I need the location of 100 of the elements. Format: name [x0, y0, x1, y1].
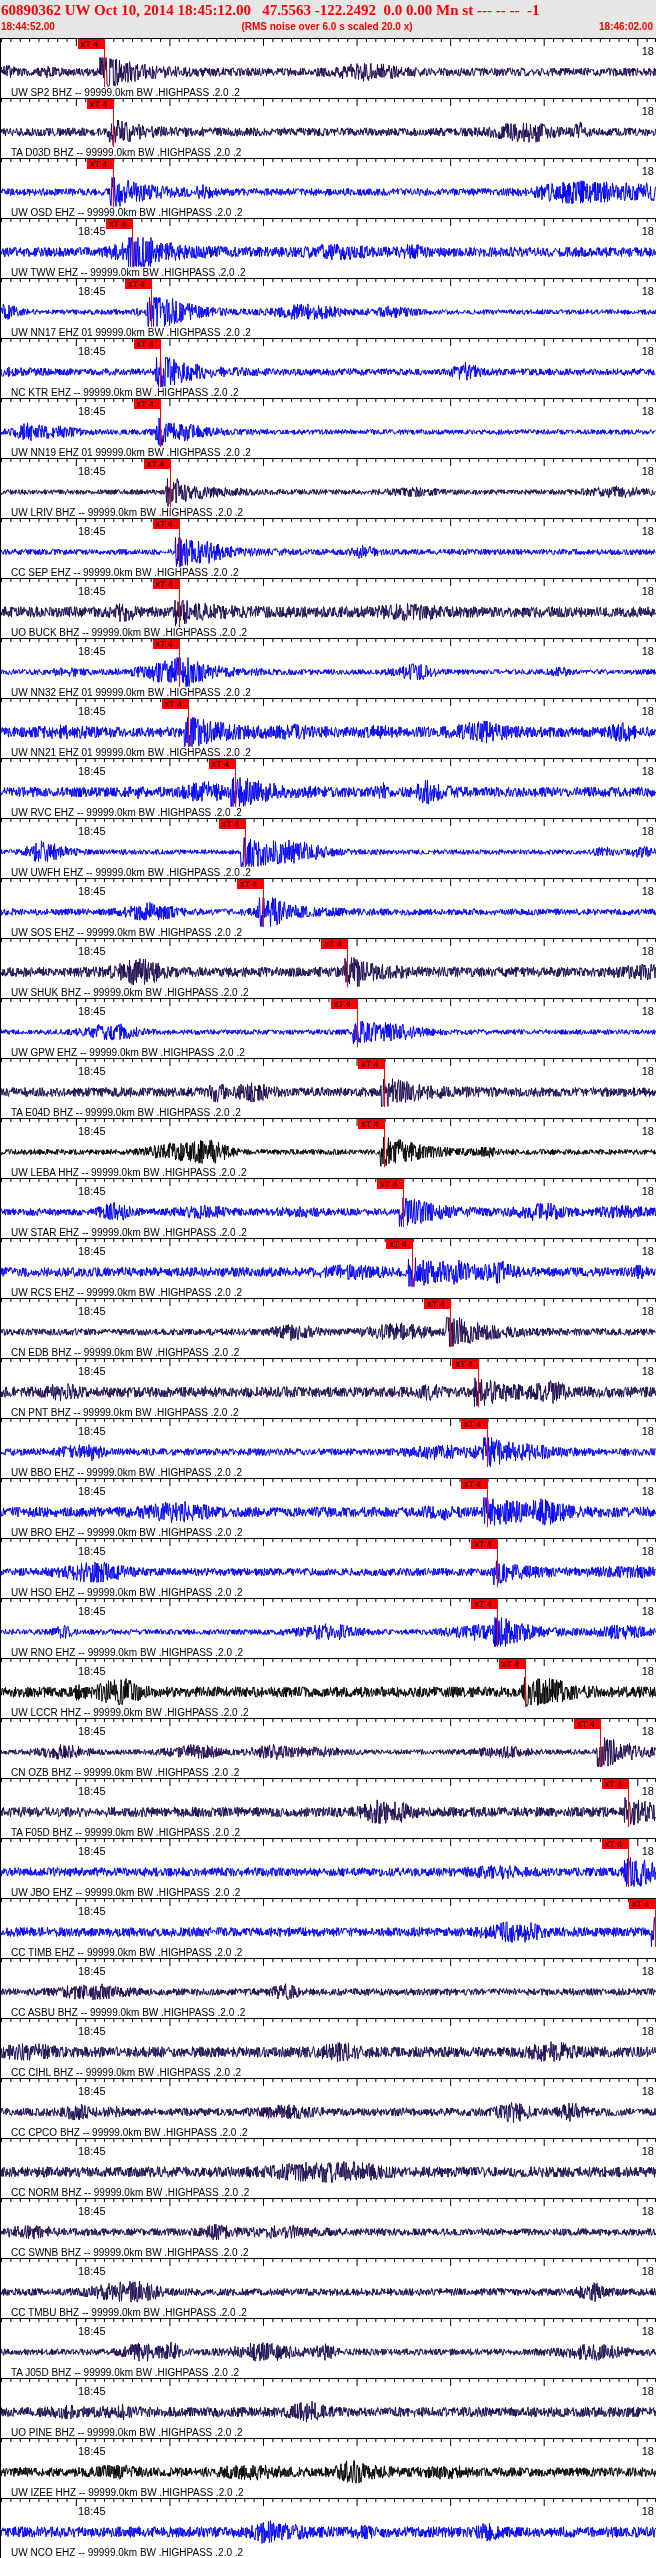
time-label: 18	[641, 886, 654, 897]
pick-marker: xT 4	[471, 1539, 499, 1549]
pick-marker: xT 4	[321, 939, 349, 949]
pick-marker: xT 4	[237, 879, 264, 889]
trace-label: CC CIHL BHZ -- 99999.0km BW .HIGHPASS .2.0 .2	[11, 2068, 242, 2078]
trace-label: TA F05D BHZ -- 99999.0km BW .HIGHPASS .2.0 .2	[11, 1828, 241, 1838]
trace-label: UW HSO EHZ -- 99999.0km BW .HIGHPASS .2.0 .2	[11, 1588, 243, 1598]
event-title: 60890362 UW Oct 10, 2014 18:45:12.00 47.5563 -122.2492 0.0 0.00 Mn st --- -- -- -1	[1, 1, 541, 20]
pick-marker: xT 4	[330, 999, 358, 1009]
trace-label: UW TWW EHZ -- 99999.0km BW .HIGHPASS .2.0 .2	[11, 268, 246, 278]
time-label: 18:45	[78, 1186, 106, 1197]
trace-label: UW STAR EHZ -- 99999.0km BW .HIGHPASS .2.0 .2	[11, 1228, 247, 1238]
time-label: 18:45	[78, 1486, 106, 1497]
time-label: 18	[641, 1666, 654, 1677]
time-label: 18:45	[78, 1606, 106, 1617]
time-label: 18:45	[78, 946, 106, 957]
trace-label: UW LEBA HHZ -- 99999.0km BW .HIGHPASS .2.0 .2	[11, 1168, 247, 1178]
time-label: 18:45	[78, 1246, 106, 1257]
time-label: 18:45	[78, 2206, 106, 2217]
time-label: 18:45	[78, 1126, 106, 1137]
time-label: 18:45	[78, 1546, 106, 1557]
time-label: 18	[641, 1726, 654, 1737]
pick-marker: xT 4	[461, 1479, 488, 1489]
time-label: 18	[641, 2326, 654, 2337]
time-label: 18	[641, 1186, 654, 1197]
time-label: 18:45	[78, 1726, 106, 1737]
time-label: 18:45	[78, 826, 106, 837]
plot-caption: (RMS noise over 6.0 s scaled 20.0 x)	[241, 20, 413, 34]
time-label: 18:45	[78, 1306, 106, 1317]
trace-label: TA D03D BHZ -- 99999.0km BW .HIGHPASS .2.0 .2	[11, 148, 242, 158]
time-label: 18	[641, 1606, 654, 1617]
pick-marker: xT 4	[601, 1779, 629, 1789]
trace-label: UW JBO EHZ -- 99999.0km BW .HIGHPASS .2.0 .2	[11, 1888, 241, 1898]
pick-marker: xT 4	[87, 159, 114, 169]
pick-marker: xT 4	[499, 1659, 526, 1669]
time-label: 18	[641, 1126, 654, 1137]
pick-marker: xT 4	[471, 1599, 499, 1609]
trace-label: CN PNT BHZ -- 99999.0km BW .HIGHPASS .2.0 .2	[11, 1408, 239, 1418]
time-label: 18:45	[78, 526, 106, 537]
trace-label: UO BUCK BHZ -- 99999.0km BW .HIGHPASS .2.0 .2	[11, 628, 247, 638]
time-label: 18	[641, 46, 654, 57]
time-label: 18	[641, 1546, 654, 1557]
time-label: 18:45	[78, 286, 106, 297]
time-label: 18:45	[78, 1066, 106, 1077]
trace-label: CC CPCO BHZ -- 99999.0km BW .HIGHPASS .2.0 .2	[11, 2128, 248, 2138]
pick-marker: xT 4	[218, 819, 246, 829]
pick-marker: xT 4	[125, 279, 152, 289]
trace-label: TA J05D BHZ -- 99999.0km BW .HIGHPASS .2.0 .2	[11, 2368, 240, 2378]
pick-marker: xT 4	[208, 759, 236, 769]
trace-label: UW NCO EHZ -- 99999.0km BW .HIGHPASS .2.0 .2	[11, 2548, 244, 2558]
trace-label: UW RVC EHZ -- 99999.0km BW .HIGHPASS .2.0 .2	[11, 808, 242, 818]
pick-marker: xT 4	[133, 399, 161, 409]
time-label: 18	[641, 2206, 654, 2217]
time-label: 18:45	[78, 646, 106, 657]
pick-marker: xT 4	[144, 459, 171, 469]
time-label: 18	[641, 826, 654, 837]
pick-marker: xT 4	[133, 339, 161, 349]
time-label: 18	[641, 2146, 654, 2157]
time-label: 18	[641, 646, 654, 657]
pick-marker: xT 4	[87, 99, 114, 109]
pick-marker: xT 4	[358, 1059, 386, 1069]
trace-label: UW GPW EHZ -- 99999.0km BW .HIGHPASS .2.0 .2	[11, 1048, 245, 1058]
time-label: 18:45	[78, 1786, 106, 1797]
time-label: 18:45	[78, 2146, 106, 2157]
trace-label: CC ASBU BHZ -- 99999.0km BW .HIGHPASS .2.0 .2	[11, 2008, 246, 2018]
time-label: 18	[641, 106, 654, 117]
pick-marker: xT 4	[161, 699, 189, 709]
time-label: 18	[641, 346, 654, 357]
time-label: 18:45	[78, 2026, 106, 2037]
time-label: 18:45	[78, 1426, 106, 1437]
trace-label: NC KTR EHZ -- 99999.0km BW .HIGHPASS .2.0 .2	[11, 388, 239, 398]
time-label: 18	[641, 1306, 654, 1317]
pick-marker: xT 4	[152, 579, 180, 589]
time-label: 18:45	[78, 1366, 106, 1377]
time-label: 18	[641, 1246, 654, 1257]
time-label: 18:45	[78, 1966, 106, 1977]
time-label: 18:45	[78, 586, 106, 597]
trace-label: UW BRO EHZ -- 99999.0km BW .HIGHPASS .2.0 .2	[11, 1528, 243, 1538]
pick-marker: xT 4	[152, 639, 180, 649]
time-label: 18	[641, 766, 654, 777]
time-label: 18:45	[78, 706, 106, 717]
trace-label: UW UWFH EHZ -- 99999.0km BW .HIGHPASS .2.0 .2	[11, 868, 251, 878]
trace-label: UW NN32 EHZ 01 99999.0km BW .HIGHPASS .2.0 .2	[11, 688, 251, 698]
pick-marker: xT 4	[629, 1899, 656, 1909]
trace-label: CN EDB BHZ -- 99999.0km BW .HIGHPASS .2.0 .2	[11, 1348, 240, 1358]
start-time: 18:44:52.00	[1, 20, 55, 34]
trace-label: CC NORM BHZ -- 99999.0km BW .HIGHPASS .2.0 .2	[11, 2188, 250, 2198]
time-label: 18	[641, 286, 654, 297]
time-label: 18:45	[78, 1846, 106, 1857]
trace-label: CN OZB BHZ -- 99999.0km BW .HIGHPASS .2.0 .2	[11, 1768, 240, 1778]
pick-marker: xT 4	[358, 1119, 386, 1129]
pick-marker: xT 4	[377, 1179, 405, 1189]
pick-marker: xT 4	[152, 519, 180, 529]
time-label: 18	[641, 1786, 654, 1797]
trace-label: CC SWNB BHZ -- 99999.0km BW .HIGHPASS .2.0 .2	[11, 2248, 249, 2258]
time-label: 18:45	[78, 2086, 106, 2097]
pick-marker: xT 4	[386, 1239, 414, 1249]
time-label: 18	[641, 406, 654, 417]
trace-label: UW SP2 BHZ -- 99999.0km BW .HIGHPASS .2.0 .2	[11, 88, 240, 98]
time-label: 18	[641, 1486, 654, 1497]
